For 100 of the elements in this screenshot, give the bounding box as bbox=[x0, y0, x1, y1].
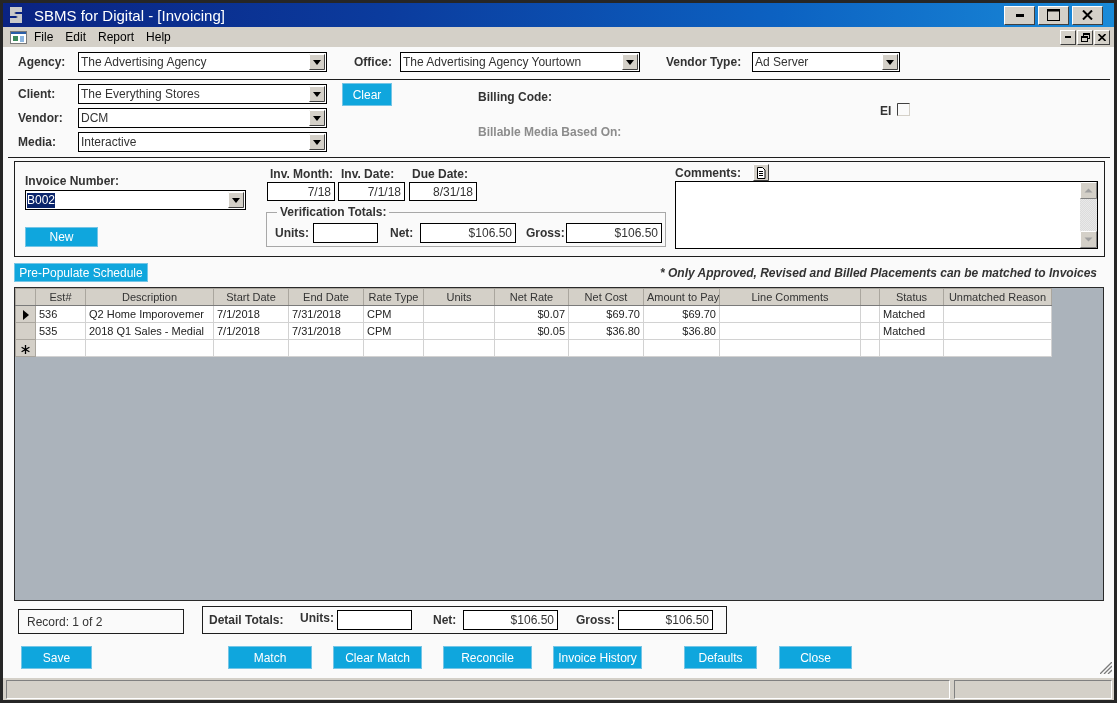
grid-corner bbox=[15, 288, 36, 306]
table-cell: CPM bbox=[363, 305, 424, 323]
maximize-button[interactable] bbox=[1038, 5, 1069, 25]
combo-box[interactable]: B002 bbox=[25, 190, 246, 210]
menu-item[interactable]: File bbox=[28, 27, 60, 47]
combo-box[interactable]: The Everything Stores bbox=[78, 84, 327, 104]
amount-field[interactable]: $106.50 bbox=[420, 223, 516, 243]
field-label: Vendor: bbox=[18, 111, 64, 125]
field-label: Vendor Type: bbox=[666, 55, 743, 69]
table-cell: 7/1/2018 bbox=[213, 305, 289, 323]
table-cell bbox=[35, 339, 86, 357]
dropdown-arrow-icon[interactable] bbox=[309, 134, 325, 150]
date-field[interactable]: 7/1/18 bbox=[338, 182, 405, 201]
combo-box[interactable]: DCM bbox=[78, 108, 327, 128]
table-cell bbox=[879, 339, 944, 357]
restore-button[interactable] bbox=[1077, 29, 1093, 45]
row-pointer-icon bbox=[22, 310, 29, 321]
table-cell bbox=[363, 339, 424, 357]
close-button[interactable] bbox=[1094, 29, 1110, 45]
table-cell: CPM bbox=[363, 322, 424, 340]
amount-field[interactable]: $106.50 bbox=[463, 610, 558, 630]
table-cell: 7/31/2018 bbox=[288, 322, 364, 340]
checkbox[interactable] bbox=[897, 102, 911, 116]
table-cell: 7/1/2018 bbox=[213, 322, 289, 340]
table-cell: 2018 Q1 Sales - Medial bbox=[85, 322, 214, 340]
minimize-icon bbox=[1015, 13, 1024, 17]
asterisk-icon bbox=[21, 344, 30, 354]
field-label: EI bbox=[880, 104, 892, 118]
column-header: Status bbox=[879, 288, 944, 306]
maximize-icon bbox=[1047, 9, 1060, 21]
minimize-icon bbox=[1065, 36, 1071, 38]
table-cell: $69.70 bbox=[643, 305, 720, 323]
dropdown-arrow-icon[interactable] bbox=[882, 54, 898, 70]
comments-field[interactable] bbox=[675, 181, 1098, 249]
table-cell: $69.70 bbox=[568, 305, 644, 323]
column-header: Amount to Pay bbox=[643, 288, 720, 306]
field-label: Inv. Date: bbox=[340, 167, 395, 181]
column-header: Units bbox=[423, 288, 495, 306]
combo-box[interactable]: The Advertising Agency Yourtown bbox=[400, 52, 640, 72]
column-header: Line Comments bbox=[719, 288, 861, 306]
field-label: Units: bbox=[275, 226, 310, 240]
note-text: * Only Approved, Revised and Billed Placements can be matched to Invoices bbox=[659, 265, 1097, 280]
dropdown-arrow-icon[interactable] bbox=[309, 86, 325, 102]
field-label: Net: bbox=[390, 226, 415, 240]
document-icon[interactable] bbox=[753, 164, 769, 181]
table-cell bbox=[423, 339, 495, 357]
document-window-icon[interactable] bbox=[10, 30, 27, 44]
field-label: Gross: bbox=[526, 226, 566, 240]
menu-item[interactable]: Edit bbox=[59, 27, 93, 47]
scroll-down-icon[interactable] bbox=[1080, 231, 1097, 248]
column-header: Unmatched Reason bbox=[943, 288, 1052, 306]
column-header: Rate Type bbox=[363, 288, 424, 306]
close-button[interactable] bbox=[1072, 5, 1103, 25]
dropdown-arrow-icon[interactable] bbox=[228, 192, 244, 208]
combo-box[interactable]: Ad Server bbox=[752, 52, 900, 72]
table-cell: $36.80 bbox=[568, 322, 644, 340]
column-header: Net Rate bbox=[494, 288, 569, 306]
field-label: Due Date: bbox=[411, 167, 468, 181]
minimize-button[interactable] bbox=[1004, 5, 1035, 25]
amount-field[interactable]: $106.50 bbox=[566, 223, 662, 243]
app-logo-icon[interactable] bbox=[10, 7, 22, 23]
amount-field[interactable] bbox=[337, 610, 412, 630]
combo-box[interactable]: Interactive bbox=[78, 132, 327, 152]
restore-icon bbox=[1080, 32, 1090, 42]
field-label: Media: bbox=[18, 135, 57, 149]
table-cell: Q2 Home Imporovemer bbox=[85, 305, 214, 323]
resize-grip-icon[interactable] bbox=[1100, 662, 1112, 674]
table-cell bbox=[423, 322, 495, 340]
column-header: Start Date bbox=[213, 288, 289, 306]
field-label: Detail Totals: bbox=[209, 613, 285, 627]
minimize-button[interactable] bbox=[1060, 29, 1076, 45]
table-cell: Matched bbox=[879, 322, 944, 340]
date-field[interactable]: 7/18 bbox=[267, 182, 335, 201]
field-label: Agency: bbox=[18, 55, 67, 69]
table-cell bbox=[423, 305, 495, 323]
menu-item[interactable]: Help bbox=[140, 27, 177, 47]
scroll-up-icon[interactable] bbox=[1080, 182, 1097, 199]
column-header: Description bbox=[85, 288, 214, 306]
field-label: Gross: bbox=[576, 613, 616, 627]
table-cell: 536 bbox=[35, 305, 86, 323]
record-counter: Record: 1 of 2 bbox=[18, 609, 184, 634]
table-cell: $0.07 bbox=[494, 305, 569, 323]
dropdown-arrow-icon[interactable] bbox=[309, 54, 325, 70]
amount-field[interactable] bbox=[313, 223, 378, 243]
combo-box[interactable]: The Advertising Agency bbox=[78, 52, 327, 72]
column-header: End Date bbox=[288, 288, 364, 306]
field-label: Office: bbox=[354, 55, 393, 69]
amount-field[interactable]: $106.50 bbox=[618, 610, 713, 630]
date-field[interactable]: 8/31/18 bbox=[409, 182, 477, 201]
dropdown-arrow-icon[interactable] bbox=[622, 54, 638, 70]
window-title: SBMS for Digital - [Invoicing] bbox=[34, 6, 225, 24]
table-cell: $0.05 bbox=[494, 322, 569, 340]
field-label: Comments: bbox=[675, 166, 742, 180]
table-cell: Matched bbox=[879, 305, 944, 323]
scrollbar[interactable] bbox=[1080, 182, 1097, 248]
field-label: Inv. Month: bbox=[269, 167, 334, 181]
menu-item[interactable]: Report bbox=[92, 27, 141, 47]
close-icon bbox=[1098, 33, 1106, 41]
dropdown-arrow-icon[interactable] bbox=[309, 110, 325, 126]
table-cell bbox=[860, 305, 880, 323]
